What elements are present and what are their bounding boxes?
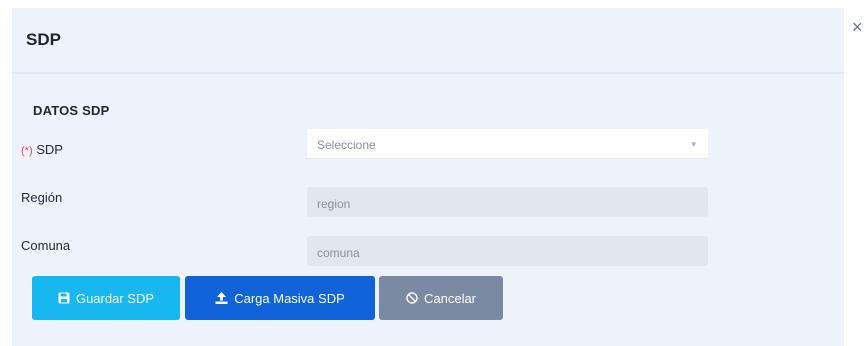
cancel-button[interactable]: Cancelar — [379, 276, 503, 320]
sdp-label-text: SDP — [36, 142, 63, 157]
bulk-upload-button[interactable]: Carga Masiva SDP — [185, 276, 375, 320]
comuna-input: comuna — [307, 236, 708, 266]
sdp-select-value: Seleccione — [317, 138, 376, 152]
comuna-label: Comuna — [21, 238, 71, 253]
ban-icon — [406, 292, 418, 304]
upload-button-label: Carga Masiva SDP — [234, 290, 345, 306]
upload-icon — [215, 292, 228, 304]
required-mark: (*) — [21, 145, 33, 157]
chevron-down-icon: ▾ — [691, 139, 696, 149]
comuna-placeholder: comuna — [317, 246, 360, 260]
save-button-label: Guardar SDP — [75, 290, 155, 306]
close-icon[interactable]: × — [852, 18, 863, 36]
modal-title: SDP — [26, 30, 61, 49]
modal-header: SDP — [12, 8, 844, 74]
section-title: DATOS SDP — [33, 103, 110, 118]
sdp-select[interactable]: Seleccione ▾ — [307, 129, 708, 159]
region-label: Región — [21, 190, 63, 205]
region-input: region — [307, 187, 708, 217]
save-icon — [58, 292, 70, 304]
save-sdp-button[interactable]: Guardar SDP — [32, 276, 180, 320]
cancel-button-label: Cancelar — [423, 290, 477, 306]
region-placeholder: region — [317, 197, 351, 211]
sdp-field-label: (*) SDP — [21, 142, 63, 157]
